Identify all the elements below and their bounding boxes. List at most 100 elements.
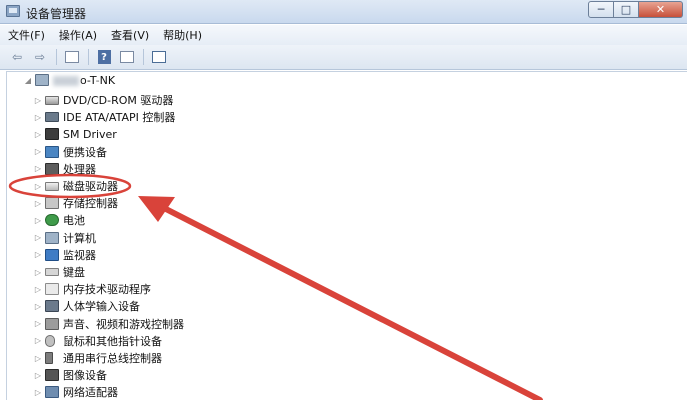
- tree-item-label: 键盘: [63, 266, 85, 279]
- processor-icon: [45, 162, 59, 175]
- collapse-arrow-icon[interactable]: ◢: [23, 76, 33, 85]
- sound-icon: [45, 317, 59, 330]
- tree-item-label: 网络适配器: [63, 386, 118, 400]
- properties-icon: [120, 51, 134, 63]
- expand-arrow-icon[interactable]: ▷: [33, 354, 43, 363]
- tree-item-label: IDE ATA/ATAPI 控制器: [63, 111, 176, 125]
- toolbar-divider: [143, 49, 144, 65]
- computer-name: o-T-NK: [53, 74, 115, 87]
- tree-item-label: 声音、视频和游戏控制器: [63, 317, 184, 331]
- tree-item[interactable]: ▷ 处理器: [33, 161, 96, 177]
- expand-arrow-icon[interactable]: ▷: [33, 319, 43, 328]
- toolbar: ⇦ ⇨ ?: [0, 45, 687, 70]
- tree-item[interactable]: ▷ 键盘: [33, 264, 85, 280]
- expand-arrow-icon[interactable]: ▷: [33, 250, 43, 259]
- window-title: 设备管理器: [26, 7, 87, 21]
- back-button[interactable]: ⇦: [8, 49, 26, 65]
- hid-icon: [45, 300, 59, 313]
- tree-item-label: 监视器: [63, 248, 96, 262]
- tree-item[interactable]: ▷ 网络适配器: [33, 384, 118, 400]
- tree-item-label: 磁盘驱动器: [63, 180, 118, 193]
- battery-icon: [45, 214, 59, 227]
- expand-arrow-icon[interactable]: ▷: [33, 113, 43, 122]
- properties-button[interactable]: [118, 49, 136, 65]
- tree-item[interactable]: ▷ 通用串行总线控制器: [33, 350, 162, 366]
- menu-view[interactable]: 查看(V): [111, 27, 149, 43]
- tree-item-label: SM Driver: [63, 127, 117, 141]
- expand-arrow-icon[interactable]: ▷: [33, 268, 43, 277]
- forward-arrow-icon: ⇨: [34, 50, 46, 64]
- help-icon: ?: [97, 50, 111, 64]
- window-controls: ─ □ ✕: [588, 1, 683, 18]
- tree-item-label: 便携设备: [63, 145, 107, 159]
- expand-arrow-icon[interactable]: ▷: [33, 233, 43, 242]
- tree-item[interactable]: ▷ 磁盘驱动器: [33, 178, 118, 194]
- ide-controller-icon: [45, 112, 59, 123]
- tree-item[interactable]: ▷ 鼠标和其他指针设备: [33, 333, 162, 349]
- scan-hardware-button[interactable]: [150, 49, 168, 65]
- tree-item[interactable]: ▷ 声音、视频和游戏控制器: [33, 316, 184, 332]
- expand-arrow-icon[interactable]: ▷: [33, 388, 43, 397]
- tree-item-label: 人体学输入设备: [63, 300, 140, 314]
- keyboard-icon: [45, 268, 59, 276]
- tree-item-label: 电池: [63, 214, 85, 228]
- computer-icon: [45, 231, 59, 244]
- maximize-button[interactable]: □: [614, 1, 639, 18]
- tree-item[interactable]: ▷ SM Driver: [33, 126, 117, 142]
- menu-file[interactable]: 文件(F): [8, 27, 45, 43]
- network-adapter-icon: [45, 386, 59, 399]
- device-manager-icon: [6, 5, 20, 17]
- tree-item[interactable]: ▷ 人体学输入设备: [33, 298, 140, 314]
- title-bar: 设备管理器 ─ □ ✕: [0, 0, 687, 24]
- usb-icon: [45, 352, 53, 364]
- scan-hardware-icon: [152, 51, 166, 63]
- expand-arrow-icon[interactable]: ▷: [33, 302, 43, 311]
- disk-drive-icon: [45, 181, 59, 191]
- expand-arrow-icon[interactable]: ▷: [33, 182, 43, 191]
- tree-item-label: 图像设备: [63, 369, 107, 383]
- tree-item[interactable]: ▷ IDE ATA/ATAPI 控制器: [33, 109, 175, 125]
- tree-item-label: 通用串行总线控制器: [63, 352, 162, 365]
- imaging-device-icon: [45, 369, 59, 382]
- menu-help[interactable]: 帮助(H): [163, 27, 202, 43]
- tree-item-label: 内存技术驱动程序: [63, 283, 151, 297]
- tree-item[interactable]: ▷ 内存技术驱动程序: [33, 281, 151, 297]
- expand-arrow-icon[interactable]: ▷: [33, 336, 43, 345]
- tree-item[interactable]: ▷ 监视器: [33, 247, 96, 263]
- chip-icon: [45, 128, 59, 141]
- mouse-icon: [45, 334, 55, 347]
- expand-arrow-icon[interactable]: ▷: [33, 147, 43, 156]
- expand-arrow-icon[interactable]: ▷: [33, 285, 43, 294]
- dvd-drive-icon: [45, 95, 59, 105]
- tree-item-label: 存储控制器: [63, 197, 118, 211]
- expand-arrow-icon[interactable]: ▷: [33, 130, 43, 139]
- tree-root[interactable]: ◢ o-T-NK: [23, 72, 115, 88]
- tree-item[interactable]: ▷ 存储控制器: [33, 195, 118, 211]
- tree-item[interactable]: ▷ 便携设备: [33, 144, 107, 160]
- tree-item[interactable]: ▷ 计算机: [33, 230, 96, 246]
- back-arrow-icon: ⇦: [11, 50, 23, 64]
- expand-arrow-icon[interactable]: ▷: [33, 199, 43, 208]
- device-tree[interactable]: ◢ o-T-NK ▷ DVD/CD-ROM 驱动器 ▷ IDE ATA/ATAPI 控…: [6, 71, 687, 400]
- forward-button[interactable]: ⇨: [31, 49, 49, 65]
- toolbar-divider: [88, 49, 89, 65]
- monitor-icon: [45, 248, 59, 261]
- tree-item-label: 处理器: [63, 162, 96, 176]
- expand-arrow-icon[interactable]: ▷: [33, 164, 43, 173]
- menu-action[interactable]: 操作(A): [59, 27, 97, 43]
- expand-arrow-icon[interactable]: ▷: [33, 216, 43, 225]
- close-button[interactable]: ✕: [639, 1, 683, 18]
- show-hide-console-tree-button[interactable]: [63, 49, 81, 65]
- tree-item-label: 计算机: [63, 231, 96, 245]
- toolbar-divider: [56, 49, 57, 65]
- redacted-name: [53, 75, 79, 86]
- help-button[interactable]: ?: [95, 49, 113, 65]
- tree-item[interactable]: ▷ 图像设备: [33, 367, 107, 383]
- portable-device-icon: [45, 145, 59, 158]
- minimize-button[interactable]: ─: [588, 1, 614, 18]
- tree-item[interactable]: ▷ 电池: [33, 212, 85, 228]
- expand-arrow-icon[interactable]: ▷: [33, 96, 43, 105]
- tree-item[interactable]: ▷ DVD/CD-ROM 驱动器: [33, 92, 173, 108]
- tree-item-label: 鼠标和其他指针设备: [63, 334, 162, 348]
- expand-arrow-icon[interactable]: ▷: [33, 371, 43, 380]
